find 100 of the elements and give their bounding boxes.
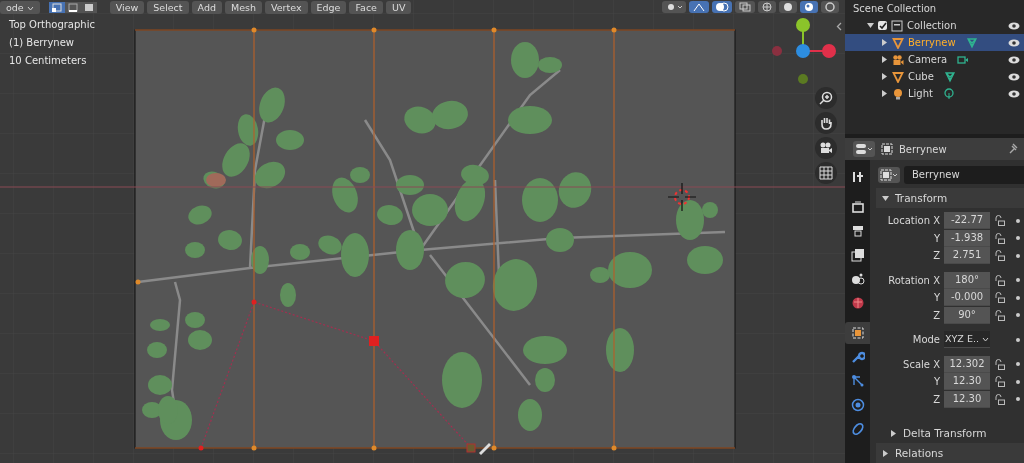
number-field[interactable]: -22.77 <box>944 212 990 230</box>
viewport-info-text: Top Orthographic <box>9 18 95 31</box>
number-field[interactable]: 12.30 <box>944 373 990 391</box>
number-field[interactable]: -1.938 <box>944 229 990 247</box>
sidebar-toggle-icon[interactable] <box>836 22 842 31</box>
wireframe-shading-button[interactable] <box>758 1 776 13</box>
mesh-triangle-icon <box>892 36 904 49</box>
axis-gizmo[interactable] <box>772 18 836 84</box>
collection-icon <box>891 19 903 32</box>
face-select-mode-button[interactable] <box>80 1 97 13</box>
mesh-data-icon[interactable] <box>943 70 956 83</box>
object-datablock-dropdown[interactable] <box>878 167 900 183</box>
property-label: Z <box>932 250 940 262</box>
camera-back-icon <box>850 200 865 214</box>
wrench-icon <box>850 350 865 364</box>
eye-icon[interactable] <box>1008 89 1020 98</box>
expanded-arrow-icon[interactable] <box>867 22 874 29</box>
vertex-select-icon <box>51 2 62 12</box>
overlay-circles-icon <box>715 2 729 12</box>
wireframe-sphere-icon <box>761 2 773 12</box>
editor-type-dropdown[interactable] <box>853 141 875 157</box>
caret-icon <box>981 337 989 343</box>
lock-icon[interactable] <box>994 358 1006 370</box>
xray-toggle[interactable] <box>735 1 755 13</box>
context-object-name: Berrynew <box>899 143 947 155</box>
property-label: Rotation X <box>887 274 940 286</box>
globe-icon <box>850 296 865 310</box>
number-field[interactable]: 180° <box>944 271 990 289</box>
3d-cursor-icon <box>667 182 697 212</box>
keyframe-dot-icon[interactable] <box>1016 236 1020 241</box>
number-field[interactable]: 2.751 <box>944 247 990 265</box>
number-field[interactable]: 12.302 <box>944 355 990 373</box>
eye-icon[interactable] <box>1008 55 1020 64</box>
object-tab[interactable] <box>845 322 870 344</box>
collapsed-arrow-icon[interactable] <box>881 73 888 80</box>
keyframe-dot-icon[interactable] <box>1016 337 1020 342</box>
lock-icon[interactable] <box>994 274 1006 286</box>
xray-squares-icon <box>738 2 752 12</box>
face-select-icon <box>83 2 94 12</box>
keyframe-dot-icon[interactable] <box>1016 313 1020 318</box>
collapsed-arrow-icon[interactable] <box>881 39 888 46</box>
outliner-row[interactable]: Berrynew <box>845 34 1024 51</box>
expanded-arrow-icon[interactable] <box>882 194 889 202</box>
vertex-select-mode-button[interactable] <box>48 1 65 13</box>
light-data-icon[interactable] <box>942 87 955 100</box>
light-bulb-icon <box>892 87 904 100</box>
keyframe-dot-icon[interactable] <box>1016 397 1020 402</box>
tools-icon <box>850 170 865 184</box>
lock-icon[interactable] <box>994 309 1006 321</box>
keyframe-dot-icon[interactable] <box>1016 379 1020 384</box>
lock-icon[interactable] <box>994 292 1006 304</box>
outliner-row[interactable]: Camera <box>845 51 1024 68</box>
overlay-toggle[interactable] <box>712 1 732 13</box>
eye-icon[interactable] <box>1008 72 1020 81</box>
panel-title[interactable]: Delta Transform <box>903 423 987 443</box>
rendered-shading-button[interactable] <box>821 1 839 13</box>
object-name-field[interactable]: Berrynew <box>904 166 1024 184</box>
property-label: Z <box>932 393 940 405</box>
lock-icon[interactable] <box>994 250 1006 262</box>
outliner-item-label: Berrynew <box>908 37 956 48</box>
collapsed-arrow-icon[interactable] <box>881 90 888 97</box>
outliner-item-label: Collection <box>907 20 957 31</box>
pin-icon[interactable] <box>1008 143 1018 155</box>
lock-icon[interactable] <box>994 393 1006 405</box>
number-field[interactable]: 12.30 <box>944 390 990 408</box>
snap-toggle[interactable] <box>689 1 709 13</box>
material-shading-button[interactable] <box>800 1 818 13</box>
keyframe-dot-icon[interactable] <box>1016 253 1020 258</box>
checkbox[interactable] <box>878 21 887 30</box>
eye-icon[interactable] <box>1008 38 1020 47</box>
collapsed-arrow-icon[interactable] <box>890 429 897 437</box>
outliner-item-label: Scene Collection <box>853 3 937 14</box>
keyframe-dot-icon[interactable] <box>1016 362 1020 367</box>
keyframe-dot-icon[interactable] <box>1016 218 1020 223</box>
outliner-row[interactable]: Cube <box>845 68 1024 85</box>
property-label: Mode <box>911 334 940 346</box>
printer-icon <box>850 224 865 238</box>
camera-data-icon[interactable] <box>957 53 970 66</box>
number-field[interactable]: 90° <box>944 306 990 324</box>
outliner-item-label: Cube <box>908 71 934 82</box>
scene-shapes-icon <box>850 272 865 286</box>
rotation-mode-dropdown[interactable]: XYZ E.. <box>944 331 990 349</box>
keyframe-dot-icon[interactable] <box>1016 278 1020 283</box>
mesh-data-icon[interactable] <box>965 36 978 49</box>
pen-cursor-icon <box>479 443 491 455</box>
pivot-dropdown[interactable] <box>662 1 686 13</box>
eye-icon[interactable] <box>1008 21 1020 30</box>
number-field[interactable]: -0.000 <box>944 289 990 307</box>
lock-icon[interactable] <box>994 215 1006 227</box>
edge-select-mode-button[interactable] <box>64 1 81 13</box>
outliner-row[interactable]: Light <box>845 85 1024 102</box>
lock-icon[interactable] <box>994 232 1006 244</box>
collapsed-arrow-icon[interactable] <box>881 56 888 63</box>
solid-shading-button[interactable] <box>779 1 797 13</box>
outliner-row[interactable]: Collection <box>845 17 1024 34</box>
keyframe-dot-icon[interactable] <box>1016 295 1020 300</box>
collapsed-arrow-icon[interactable] <box>882 449 889 457</box>
outliner-row[interactable]: Scene Collection <box>845 0 1024 17</box>
camera-icon <box>892 53 904 66</box>
lock-icon[interactable] <box>994 376 1006 388</box>
